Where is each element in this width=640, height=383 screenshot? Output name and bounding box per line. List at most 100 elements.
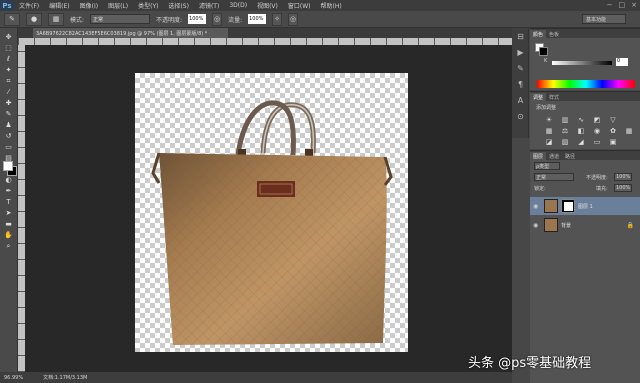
color-balance-icon[interactable]: ⚖ [560, 126, 570, 135]
menu-3d[interactable]: 3D(D) [224, 2, 252, 9]
paragraph-panel-icon[interactable]: ¶ [512, 76, 529, 92]
tab-layers[interactable]: 图层 [530, 152, 547, 160]
document-tab-bar: 3A6B97622C82AC143EF5E6C03819.jpg @ 97% (… [18, 28, 512, 38]
k-slider[interactable] [552, 61, 612, 65]
tool-presets-icon[interactable]: ⊙ [512, 108, 529, 124]
menu-window[interactable]: 窗口(W) [283, 1, 316, 10]
adjust-title: 添加调整 [536, 105, 557, 111]
vibrance-icon[interactable]: ▽ [608, 115, 618, 124]
blend-mode-select[interactable]: 正常 [534, 173, 574, 181]
brush-size-icon[interactable]: ● [26, 12, 42, 26]
selective-color-icon[interactable]: ▣ [608, 137, 618, 146]
toolbox: ✥ ⬚ ℓ ✦ ⌗ ⁄ ✚ ✎ ♟ ↺ ▭ ▤ ● ◐ ✒ T ➤ ▬ ✋ ⌕ [0, 28, 18, 373]
layer-row-layer1[interactable]: ◉ 图层 1 [530, 197, 640, 215]
flow-input[interactable]: 100% [248, 14, 267, 24]
options-bar: ✎ ● ▦ 模式: 正常 不透明度: 100% ◎ 流量: 100% ✧ ◎ 基… [0, 11, 640, 28]
airbrush-icon[interactable]: ✧ [272, 12, 283, 26]
opacity-input[interactable]: 100% [188, 14, 207, 24]
color-spectrum-bar[interactable] [537, 80, 635, 88]
layer-name[interactable]: 背景 [561, 222, 571, 229]
lasso-icon[interactable]: ℓ [2, 54, 16, 64]
channel-mixer-icon[interactable]: ✿ [608, 126, 618, 135]
minimize-icon[interactable]: − [607, 1, 613, 9]
layer-row-background[interactable]: ◉ 背景 🔒 [530, 216, 640, 234]
history-brush-icon[interactable]: ↺ [2, 131, 16, 141]
tab-channels[interactable]: 通道 [546, 152, 562, 160]
menu-filter[interactable]: 滤镜(T) [194, 1, 224, 10]
move-icon[interactable]: ✥ [2, 32, 16, 42]
lookup-icon[interactable]: ▦ [624, 126, 634, 135]
document-tab[interactable]: 3A6B97622C82AC143EF5E6C03819.jpg @ 97% (… [33, 28, 228, 38]
dodge-icon[interactable]: ◐ [2, 175, 16, 185]
bw-icon[interactable]: ◧ [576, 126, 586, 135]
brush-tool-preset-icon[interactable]: ✎ [4, 12, 20, 26]
document-canvas[interactable] [135, 73, 408, 352]
mode-select[interactable]: 正常 [90, 14, 151, 24]
brush-panel-icon[interactable]: ✎ [512, 60, 529, 76]
zoom-icon[interactable]: ⌕ [2, 241, 16, 251]
close-icon[interactable]: × [631, 1, 637, 9]
levels-icon[interactable]: ▥ [560, 115, 570, 124]
menu-layer[interactable]: 图层(L) [103, 1, 133, 10]
fill-input[interactable]: 100% [614, 184, 632, 192]
menu-file[interactable]: 文件(F) [14, 1, 44, 10]
crop-icon[interactable]: ⌗ [2, 76, 16, 86]
color-bg-swatch[interactable] [539, 47, 548, 56]
exposure-icon[interactable]: ◩ [592, 115, 602, 124]
layer-filter-select[interactable]: ρ类型 [534, 162, 560, 170]
brush-panel-icon[interactable]: ▦ [48, 12, 64, 26]
brightness-icon[interactable]: ☀ [544, 115, 554, 124]
menu-type[interactable]: 类型(Y) [133, 1, 163, 10]
menu-bar: Ps 文件(F) 编辑(E) 图像(I) 图层(L) 类型(Y) 选择(S) 滤… [0, 0, 640, 11]
quick-select-icon[interactable]: ✦ [2, 65, 16, 75]
history-panel-icon[interactable]: ⊟ [512, 28, 529, 44]
healing-icon[interactable]: ✚ [2, 98, 16, 108]
maximize-icon[interactable]: □ [619, 1, 626, 9]
tab-color[interactable]: 颜色 [530, 30, 547, 38]
curves-icon[interactable]: ∿ [576, 115, 586, 124]
photo-filter-icon[interactable]: ◉ [592, 126, 602, 135]
invert-icon[interactable]: ◪ [544, 137, 554, 146]
menu-edit[interactable]: 编辑(E) [44, 1, 74, 10]
tab-swatches[interactable]: 色板 [546, 30, 562, 38]
brush-icon[interactable]: ✎ [2, 109, 16, 119]
tab-adjustments[interactable]: 调整 [530, 93, 547, 101]
menu-image[interactable]: 图像(I) [75, 1, 103, 10]
character-panel-icon[interactable]: A [512, 92, 529, 108]
type-icon[interactable]: T [2, 197, 16, 207]
pressure-size-icon[interactable]: ◎ [288, 12, 299, 26]
hand-icon[interactable]: ✋ [2, 230, 16, 240]
horizontal-ruler [18, 38, 512, 45]
vertical-ruler [18, 45, 25, 372]
gradient-map-icon[interactable]: ▭ [592, 137, 602, 146]
menu-view[interactable]: 视图(V) [252, 1, 283, 10]
eye-icon[interactable]: ◉ [533, 222, 541, 229]
tab-paths[interactable]: 路径 [562, 152, 578, 160]
hsl-icon[interactable]: ▦ [544, 126, 554, 135]
pen-icon[interactable]: ✒ [2, 186, 16, 196]
tab-styles[interactable]: 样式 [546, 93, 562, 101]
layer-name[interactable]: 图层 1 [578, 203, 593, 210]
layer-opacity-label: 不透明度: [586, 175, 608, 181]
stamp-icon[interactable]: ♟ [2, 120, 16, 130]
actions-panel-icon[interactable]: ▶ [512, 44, 529, 60]
path-select-icon[interactable]: ➤ [2, 208, 16, 218]
shape-icon[interactable]: ▬ [2, 219, 16, 229]
background-color-swatch[interactable] [3, 161, 13, 171]
marquee-icon[interactable]: ⬚ [2, 43, 16, 53]
zoom-level[interactable]: 96.99% [4, 375, 23, 381]
threshold-icon[interactable]: ◢ [576, 137, 586, 146]
eraser-icon[interactable]: ▭ [2, 142, 16, 152]
k-value-input[interactable]: 0 [616, 58, 628, 66]
layer-opacity-input[interactable]: 100% [614, 173, 632, 181]
posterize-icon[interactable]: ▨ [560, 137, 570, 146]
document-tab-title: 3A6B97622C82AC143EF5E6C03819.jpg @ 97% (… [36, 30, 208, 37]
workspace-select[interactable]: 基本功能 [582, 14, 626, 24]
menu-select[interactable]: 选择(S) [163, 1, 194, 10]
pressure-opacity-icon[interactable]: ◎ [212, 12, 223, 26]
eyedropper-icon[interactable]: ⁄ [2, 87, 16, 97]
menu-help[interactable]: 帮助(H) [316, 1, 347, 10]
layer-mask-thumbnail[interactable] [561, 199, 575, 213]
eye-icon[interactable]: ◉ [533, 203, 541, 210]
